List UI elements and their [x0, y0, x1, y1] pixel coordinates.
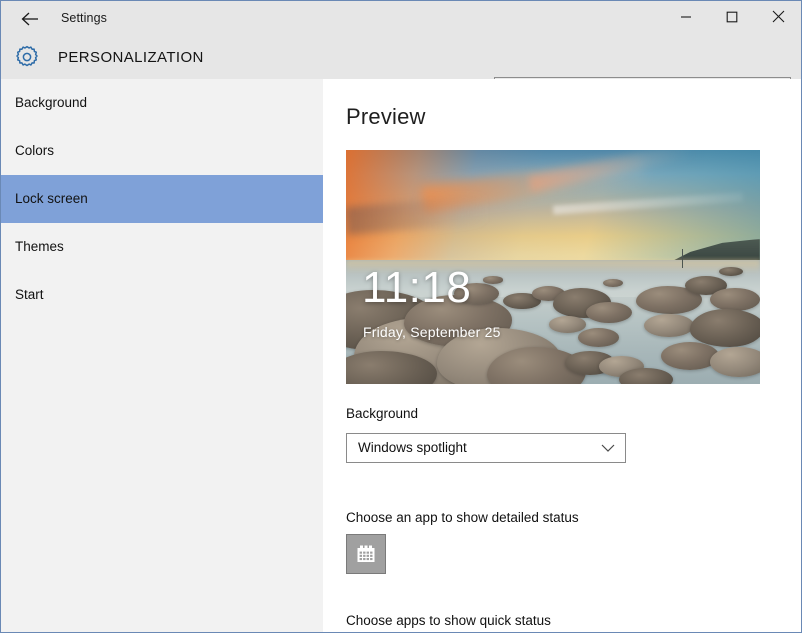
settings-window: Settings [0, 0, 802, 633]
maximize-icon [726, 11, 738, 23]
lock-screen-clock: 11:18 [362, 266, 471, 310]
sidebar-item-lock-screen[interactable]: Lock screen [1, 175, 323, 223]
minimize-icon [680, 11, 692, 23]
page-title: PERSONALIZATION [58, 36, 204, 79]
preview-rock [644, 314, 694, 337]
back-arrow-icon [20, 11, 40, 27]
preview-rock [578, 328, 619, 347]
background-dropdown[interactable]: Windows spotlight [346, 433, 626, 463]
calendar-icon [354, 542, 378, 566]
close-icon [772, 10, 785, 23]
sidebar: Background Colors Lock screen Themes Sta… [1, 79, 323, 632]
back-button[interactable] [9, 3, 51, 34]
detailed-status-label: Choose an app to show detailed status [346, 510, 579, 525]
preview-heading: Preview [346, 104, 426, 130]
content-pane: Preview [323, 79, 801, 632]
close-button[interactable] [755, 1, 801, 32]
chevron-down-icon [601, 443, 615, 453]
window-controls [663, 1, 801, 32]
preview-post [682, 249, 684, 268]
maximize-button[interactable] [709, 1, 755, 32]
detailed-status-app-button[interactable] [346, 534, 386, 574]
sidebar-item-themes[interactable]: Themes [1, 223, 323, 271]
preview-rock [690, 309, 760, 346]
lock-screen-date: Friday, September 25 [363, 324, 501, 340]
preview-rock [483, 276, 504, 283]
gear-icon [13, 43, 41, 71]
sidebar-item-background[interactable]: Background [1, 79, 323, 127]
sidebar-item-start[interactable]: Start [1, 271, 323, 319]
title-bar: Settings [1, 1, 801, 36]
lock-screen-preview: 11:18 Friday, September 25 [346, 150, 760, 384]
preview-rock [549, 316, 586, 332]
page-header: PERSONALIZATION [1, 36, 801, 79]
preview-rock [661, 342, 719, 370]
preview-rock [710, 347, 760, 377]
minimize-button[interactable] [663, 1, 709, 32]
sidebar-item-colors[interactable]: Colors [1, 127, 323, 175]
preview-rock [603, 279, 624, 287]
preview-rock [586, 302, 632, 323]
quick-status-label: Choose apps to show quick status [346, 613, 551, 628]
window-title: Settings [61, 1, 107, 36]
background-label: Background [346, 406, 418, 421]
background-dropdown-value: Windows spotlight [358, 434, 467, 462]
